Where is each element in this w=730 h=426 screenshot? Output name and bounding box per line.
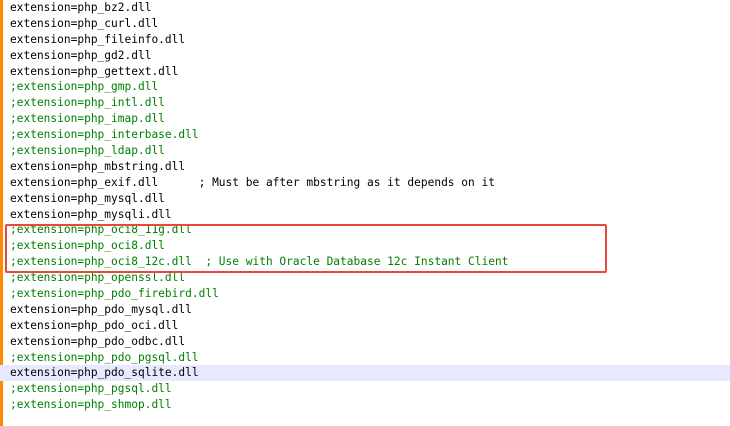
code-line[interactable]: ;extension=php_imap.dll (0, 111, 730, 127)
code-editor[interactable]: extension=php_bz2.dll extension=php_curl.… (0, 0, 730, 426)
code-line[interactable]: ;extension=php_oci8.dll (0, 238, 730, 254)
code-line[interactable]: ;extension=php_shmop.dll (0, 397, 730, 413)
code-line[interactable]: extension=php_bz2.dll (0, 0, 730, 16)
code-line[interactable]: extension=php_exif.dll ; Must be after m… (0, 175, 730, 191)
code-line[interactable]: extension=php_curl.dll (0, 16, 730, 32)
code-line[interactable]: extension=php_pdo_odbc.dll (0, 334, 730, 350)
code-line[interactable]: extension=php_gd2.dll (0, 48, 730, 64)
code-line[interactable]: extension=php_mbstring.dll (0, 159, 730, 175)
code-line[interactable]: ;extension=php_pdo_pgsql.dll (0, 350, 730, 366)
code-line[interactable]: ;extension=php_openssl.dll (0, 270, 730, 286)
code-line[interactable]: ;extension=php_oci8_12c.dll ; Use with O… (0, 254, 730, 270)
code-line[interactable]: extension=php_fileinfo.dll (0, 32, 730, 48)
code-line[interactable]: ;extension=php_intl.dll (0, 95, 730, 111)
code-lines[interactable]: extension=php_bz2.dll extension=php_curl.… (0, 0, 730, 413)
code-line[interactable]: ;extension=php_pgsql.dll (0, 381, 730, 397)
code-line[interactable]: ;extension=php_oci8_11g.dll (0, 222, 730, 238)
code-line[interactable]: ;extension=php_ldap.dll (0, 143, 730, 159)
code-line[interactable]: extension=php_gettext.dll (0, 64, 730, 80)
code-line-current[interactable]: extension=php_pdo_sqlite.dll (0, 365, 730, 382)
code-line[interactable]: extension=php_pdo_oci.dll (0, 318, 730, 334)
code-line[interactable]: extension=php_mysqli.dll (0, 207, 730, 223)
code-line[interactable]: extension=php_pdo_mysql.dll (0, 302, 730, 318)
code-line[interactable]: ;extension=php_interbase.dll (0, 127, 730, 143)
code-line[interactable]: extension=php_mysql.dll (0, 191, 730, 207)
code-line[interactable]: ;extension=php_gmp.dll (0, 79, 730, 95)
code-line[interactable]: ;extension=php_pdo_firebird.dll (0, 286, 730, 302)
